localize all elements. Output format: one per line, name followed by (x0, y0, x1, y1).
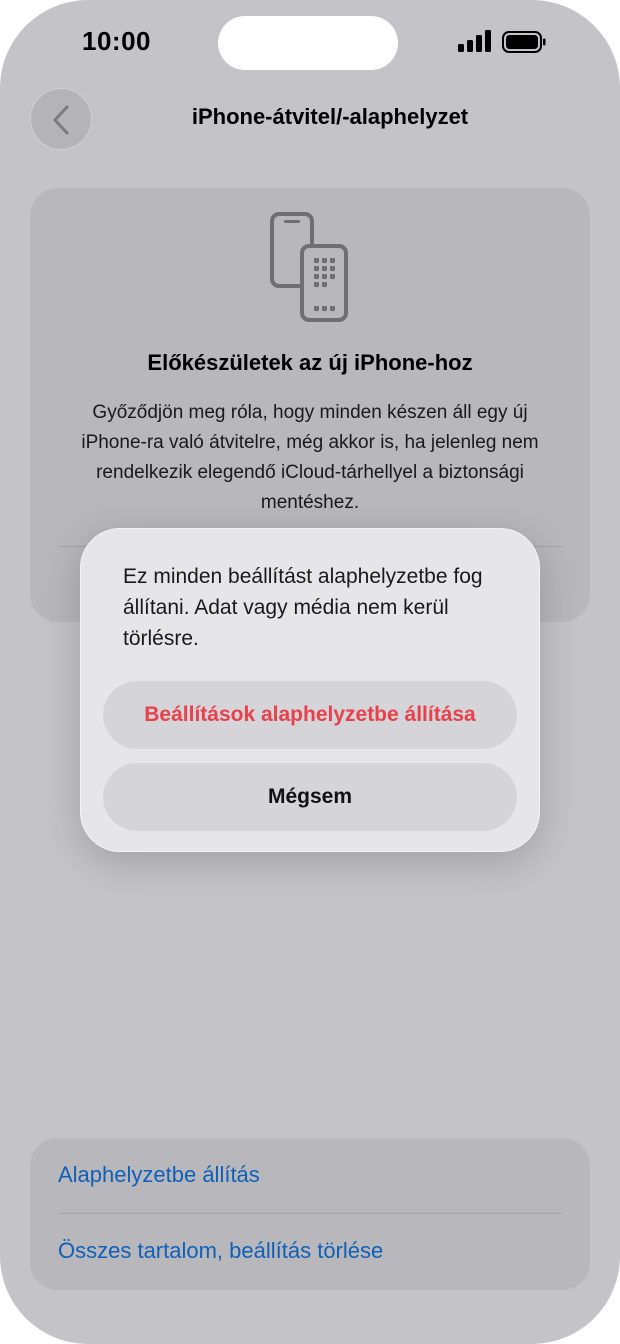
prepare-description: Győződjön meg róla, hogy minden készen á… (81, 402, 539, 513)
phone-screen: 10:00 iPhone-átvitel/-alaphelyzet Előkés… (0, 0, 620, 1344)
divider (58, 1213, 562, 1214)
status-bar: 10:00 (0, 0, 620, 84)
status-time: 10:00 (82, 26, 151, 56)
reset-options-list: Alaphelyzetbe állítás Összes tartalom, b… (30, 1138, 590, 1290)
back-button[interactable] (30, 88, 92, 150)
page-title: iPhone-átvitel/-alaphelyzet (191, 104, 469, 129)
transfer-phones-icon (270, 212, 348, 322)
cellular-signal-icon (458, 30, 491, 52)
navigation-bar: iPhone-átvitel/-alaphelyzet (0, 84, 620, 154)
reset-confirmation-dialog: Ez minden beállítást alaphelyzetbe fog á… (80, 528, 540, 852)
reset-link[interactable]: Alaphelyzetbe állítás (58, 1162, 260, 1188)
erase-all-link[interactable]: Összes tartalom, beállítás törlése (58, 1238, 383, 1264)
prepare-heading: Előkészületek az új iPhone-hoz (147, 350, 473, 375)
chevron-left-icon (53, 105, 69, 135)
cancel-button[interactable]: Mégsem (103, 763, 517, 831)
dynamic-island (218, 16, 398, 70)
reset-settings-button[interactable]: Beállítások alaphelyzetbe állítása (103, 681, 517, 749)
dialog-message: Ez minden beállítást alaphelyzetbe fog á… (123, 565, 483, 650)
battery-icon (502, 31, 546, 53)
